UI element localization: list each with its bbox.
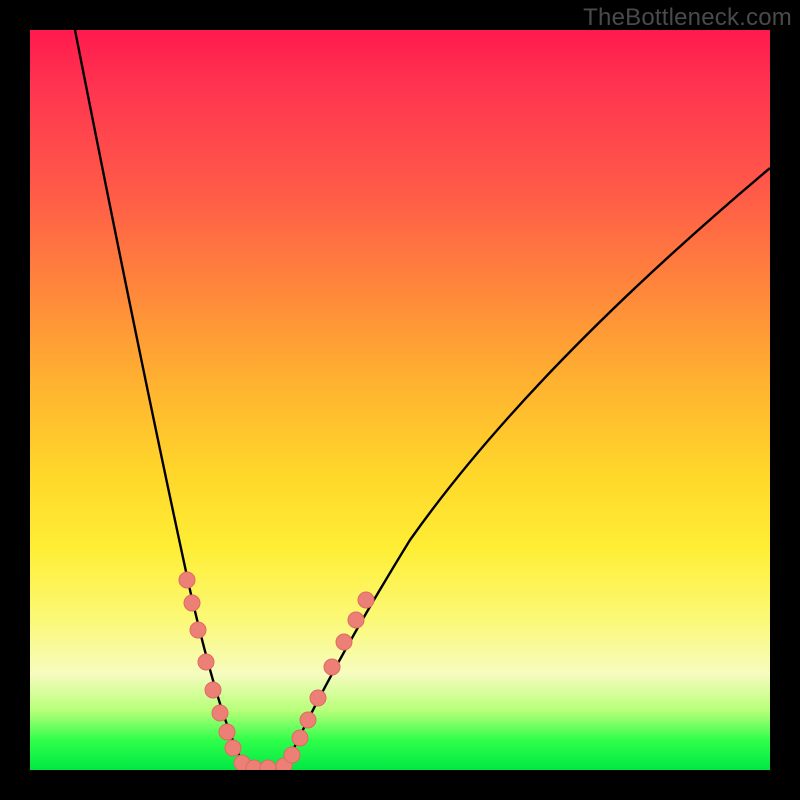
left-curve <box>75 30 244 765</box>
marker <box>348 612 364 628</box>
markers-right <box>276 592 374 770</box>
marker <box>184 595 200 611</box>
marker <box>260 760 276 770</box>
marker <box>198 654 214 670</box>
marker <box>190 622 206 638</box>
marker <box>179 572 195 588</box>
right-curve <box>286 168 770 765</box>
markers-left <box>179 572 276 770</box>
chart-frame: TheBottleneck.com <box>0 0 800 800</box>
marker <box>205 682 221 698</box>
marker <box>212 705 228 721</box>
marker <box>292 730 308 746</box>
marker <box>219 724 235 740</box>
marker <box>324 659 340 675</box>
marker <box>310 690 326 706</box>
marker <box>336 634 352 650</box>
plot-background <box>30 30 770 770</box>
marker <box>358 592 374 608</box>
chart-svg <box>30 30 770 770</box>
watermark-text: TheBottleneck.com <box>583 4 792 32</box>
marker <box>284 747 300 763</box>
marker <box>225 740 241 756</box>
marker <box>300 712 316 728</box>
